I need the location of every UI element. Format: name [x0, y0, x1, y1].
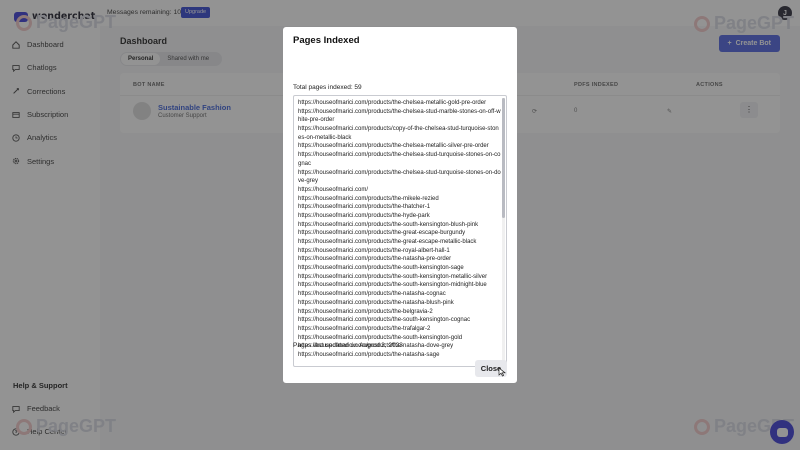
url-item: https://houseofmarici.com/products/the-n… [298, 291, 446, 298]
url-item: https://houseofmarici.com/products/the-s… [298, 221, 479, 228]
url-item: https://houseofmarici.com/products/the-c… [298, 143, 489, 150]
url-item: https://houseofmarici.com/products/the-n… [298, 351, 440, 358]
url-item: https://houseofmarici.com/products/the-n… [298, 299, 454, 306]
url-item: https://houseofmarici.com/products/the-g… [298, 239, 477, 245]
last-updated-text: Pages last updated on August 3, 2023 [293, 342, 403, 349]
url-item: https://houseofmarici.com/products/the-s… [298, 334, 463, 341]
url-list: https://houseofmarici.com/products/the-c… [298, 99, 502, 360]
url-item: https://houseofmarici.com/products/the-m… [298, 195, 439, 202]
url-item: https://houseofmarici.com/products/the-g… [298, 230, 466, 237]
url-item: https://houseofmarici.com/products/the-s… [298, 273, 488, 280]
url-item: https://houseofmarici.com/products/copy-… [298, 126, 499, 141]
url-item: https://houseofmarici.com/products/the-t… [298, 204, 431, 211]
dialog-title: Pages Indexed [293, 35, 360, 46]
url-item: https://houseofmarici.com/products/the-s… [298, 282, 487, 289]
url-item: https://houseofmarici.com/products/the-s… [298, 265, 464, 272]
url-item: https://houseofmarici.com/products/the-s… [298, 317, 471, 324]
url-item: https://houseofmarici.com/products/the-t… [298, 325, 431, 332]
url-item: https://houseofmarici.com/products/the-n… [298, 256, 452, 263]
pages-indexed-dialog: Pages Indexed Total pages indexed: 59 ht… [283, 27, 517, 383]
mouse-cursor-icon [498, 367, 506, 377]
url-item: https://houseofmarici.com/products/the-c… [298, 108, 501, 124]
url-item: https://houseofmarici.com/products/the-r… [298, 247, 450, 254]
url-item: https://houseofmarici.com/products/the-c… [298, 152, 501, 167]
url-item: https://houseofmarici.com/products/the-c… [298, 169, 501, 185]
url-item: https://houseofmarici.com/products/the-h… [298, 212, 430, 219]
url-item: https://houseofmarici.com/products/the-c… [298, 100, 487, 106]
total-pages-indexed: Total pages indexed: 59 [293, 84, 362, 91]
textarea-scrollbar[interactable] [502, 98, 505, 366]
url-item: https://houseofmarici.com/ [298, 186, 369, 193]
indexed-urls-textarea[interactable]: https://houseofmarici.com/products/the-c… [293, 95, 507, 367]
url-item: https://houseofmarici.com/products/the-b… [298, 308, 433, 315]
